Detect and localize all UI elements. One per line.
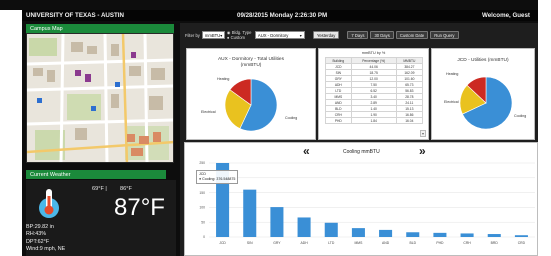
- university-name: UNIVERSITY OF TEXAS - AUSTIN: [26, 12, 124, 19]
- yesterday-button[interactable]: Yesterday: [312, 31, 340, 39]
- bar-chart-title: Cooling mmBTU: [343, 149, 380, 155]
- aux-dormitory-pie-card: AUX - Dormitory - Total Utilities (mmBTU…: [186, 48, 316, 140]
- bar-crh[interactable]: [460, 233, 474, 237]
- bar-x-labels: JCD SIN GRY ADH LTD MMS AND BLD PHD CRH BRD CRD: [219, 241, 525, 245]
- x-tick-label: ADH: [300, 241, 308, 245]
- x-tick-label: LTD: [328, 241, 335, 245]
- aux-pie-label-cooling: Cooling: [285, 116, 297, 120]
- tooltip-value: ● Cooling: 376.548875: [199, 177, 236, 181]
- campus-map-image: [27, 34, 173, 162]
- aux-pie-label-electrical: Electrical: [201, 110, 216, 114]
- filter-by-label: Filter by: [185, 32, 200, 38]
- custom-label: Custom: [230, 35, 246, 40]
- cooling-bar-chart-card: Cooling mmBTU « » 050100150200250 JCDSIN…: [184, 142, 538, 256]
- weather-high-temp: 86°F: [120, 186, 132, 192]
- mmbtu-table: Building Percentage (%) MMBTU JCD 44.06 38…: [325, 57, 424, 124]
- seven-days-button[interactable]: 7 Days: [347, 31, 369, 39]
- bar-ltd[interactable]: [324, 222, 338, 237]
- current-datetime: 09/28/2015 Monday 2:26:30 PM: [237, 12, 328, 19]
- current-weather-header: Current Weather: [26, 170, 166, 179]
- next-chart-arrow-icon[interactable]: »: [419, 144, 426, 158]
- top-bar: UNIVERSITY OF TEXAS - AUSTIN 09/28/2015 …: [22, 10, 538, 21]
- chevron-down-icon: ▾: [299, 32, 302, 38]
- jcd-pie-label-heating: Heating: [446, 72, 458, 76]
- weather-humidity: RH:43%: [26, 231, 47, 238]
- table-cell: 16.04: [395, 117, 424, 124]
- jcd-pie-label-electrical: Electrical: [444, 100, 459, 104]
- weather-wind: Wind:9 mph, NE: [26, 245, 66, 252]
- filter-by-value: mmBTU: [204, 32, 221, 38]
- building-type-value: AUX - Dormitory: [257, 32, 289, 38]
- filter-bar: Filter by mmBTU ▾ ◉ Bldg. Type ● Custom A…: [185, 29, 459, 41]
- building-type-select[interactable]: AUX - Dormitory ▾: [254, 31, 305, 39]
- thermometer-icon: [39, 189, 59, 218]
- mmbtu-table-card: mmBTU by % Building Percentage (%) MMBTU…: [318, 48, 429, 140]
- aux-pie-chart: Heating Electrical Cooling: [201, 77, 297, 132]
- weather-current-temp: 87°F: [114, 194, 165, 221]
- x-tick-label: AND: [382, 241, 390, 245]
- table-scroll-down-icon[interactable]: ▾: [419, 130, 426, 137]
- jcd-pie-card: JCD - Utilities (mmBTU) Heating Electric…: [431, 48, 535, 140]
- right-margin: [538, 0, 551, 256]
- chevron-down-icon: ▾: [220, 32, 223, 38]
- next-arrow-icon[interactable]: »: [538, 44, 543, 54]
- aux-pie-slices: [224, 78, 278, 132]
- jcd-pie-slices: [459, 76, 513, 130]
- cooling-bar-chart: Cooling mmBTU « » 050100150200250 JCDSIN…: [199, 144, 535, 245]
- x-tick-label: BRD: [491, 241, 499, 245]
- weather-low-temp: 69°F |: [92, 186, 107, 192]
- x-tick-label: PHD: [436, 241, 444, 245]
- bar-tooltip: JCD ● Cooling: 376.548875: [196, 170, 239, 184]
- thirty-days-button[interactable]: 30 Days: [370, 31, 394, 39]
- y-tick-label: 50: [201, 220, 205, 224]
- x-tick-label: GRY: [273, 241, 281, 245]
- table-cell: 1.84: [350, 117, 397, 124]
- bar-brd[interactable]: [487, 234, 501, 237]
- table-cell: PHD: [325, 117, 352, 124]
- campus-map[interactable]: [26, 33, 174, 163]
- weather-pressure: BP:29.82 in: [26, 224, 54, 230]
- bar-and[interactable]: [379, 229, 393, 237]
- bldg-type-radio-group: ◉ Bldg. Type ● Custom: [227, 29, 253, 41]
- filter-by-select[interactable]: mmBTU ▾: [201, 31, 225, 39]
- bar-gry[interactable]: [270, 207, 284, 237]
- bar-phd[interactable]: [433, 232, 447, 237]
- x-tick-label: JCD: [219, 241, 226, 245]
- weather-panel: 69°F | 86°F 87°F BP:29.82 in RH:43% DPT:…: [26, 180, 176, 256]
- weather-details: BP:29.82 in RH:43% DPT:62°F Wind:9 mph, …: [26, 224, 65, 253]
- custom-date-button[interactable]: Custom Date: [395, 31, 429, 39]
- dashboard-frame: UNIVERSITY OF TEXAS - AUSTIN 09/28/2015 …: [0, 0, 551, 256]
- previous-chart-arrow-icon[interactable]: «: [303, 144, 310, 158]
- campus-map-header: Campus Map: [26, 24, 174, 33]
- x-tick-label: BLD: [409, 241, 416, 245]
- current-weather-title: Current Weather: [30, 171, 71, 178]
- table-row: PHD 1.84 16.04: [325, 117, 424, 124]
- y-tick-label: 150: [199, 191, 205, 195]
- y-tick-label: 250: [199, 161, 205, 165]
- weather-dewpoint: DPT:62°F: [26, 238, 50, 245]
- bar-crd[interactable]: [514, 235, 528, 237]
- custom-radio[interactable]: ● Custom: [227, 35, 245, 40]
- bar-series: [216, 163, 528, 237]
- y-tick-label: 0: [203, 235, 205, 239]
- campus-map-title: Campus Map: [30, 25, 63, 32]
- run-query-button[interactable]: Run Query: [430, 31, 459, 39]
- jcd-pie-chart: Heating Electrical Cooling: [444, 72, 526, 130]
- y-tick-label: 100: [199, 206, 205, 210]
- bar-bld[interactable]: [406, 232, 420, 237]
- x-tick-label: CRH: [463, 241, 471, 245]
- table-title: mmBTU by %: [361, 51, 386, 55]
- jcd-pie-label-cooling: Cooling: [514, 114, 526, 118]
- aux-pie-label-heating: Heating: [217, 77, 229, 81]
- welcome-text: Welcome, Guest: [481, 12, 530, 19]
- x-tick-label: MMS: [354, 241, 363, 245]
- x-tick-label: CRD: [518, 241, 526, 245]
- bar-mms[interactable]: [351, 228, 365, 237]
- x-tick-label: SIN: [247, 241, 253, 245]
- bar-adh[interactable]: [297, 217, 311, 237]
- left-margin: [0, 10, 22, 256]
- bar-sin[interactable]: [243, 189, 257, 237]
